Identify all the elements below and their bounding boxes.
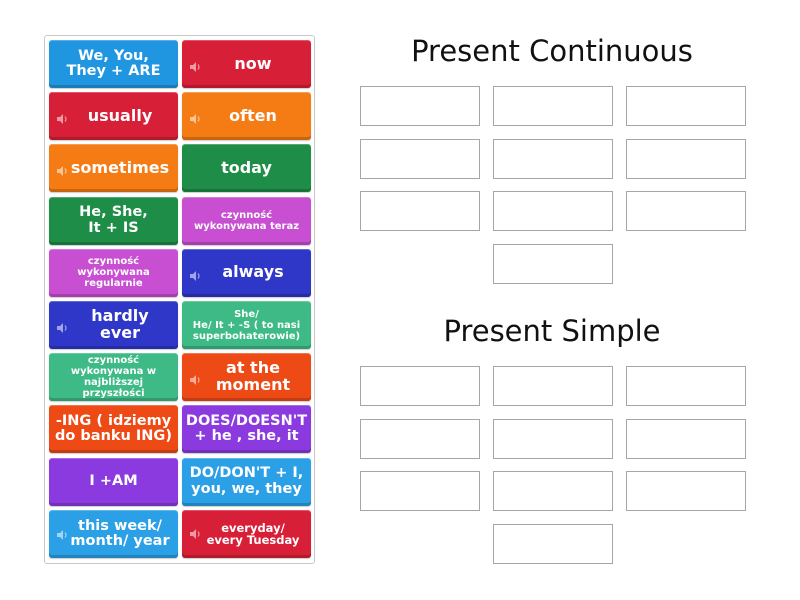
drop-slot-present-simple[interactable]	[493, 366, 613, 406]
tile-label: I +AM	[89, 472, 138, 489]
drop-slot-present-continuous[interactable]	[626, 138, 746, 179]
answer-tile[interactable]: usually	[49, 92, 178, 141]
tile-label: usually	[87, 105, 153, 125]
drop-slot-present-continuous[interactable]	[493, 191, 613, 231]
tile-label: She/He/ It + -S ( to nasi superbohaterowi…	[192, 308, 301, 342]
answer-tile[interactable]: I +AM	[49, 457, 178, 506]
answer-tile[interactable]: this week/month/ year	[49, 509, 178, 558]
drop-slot-present-simple[interactable]	[360, 366, 480, 406]
answer-tile[interactable]: czynność wykonywana w najbliższej przyszło…	[49, 353, 178, 402]
speaker-icon[interactable]	[190, 268, 202, 281]
tile-label: hardly ever	[91, 306, 149, 342]
drop-slot-present-continuous[interactable]	[360, 191, 480, 231]
speaker-icon[interactable]	[57, 111, 69, 125]
answer-tile[interactable]: sometimes	[49, 144, 178, 193]
answer-tile[interactable]: czynność wykonywana teraz	[182, 196, 311, 245]
answer-tile[interactable]: everyday/every Tuesday	[182, 509, 311, 558]
answer-tile[interactable]: DOES/DOESN'T + he , she, it	[182, 405, 311, 454]
group-title-present-simple: Present Simple	[443, 314, 661, 348]
drop-slot-present-continuous[interactable]	[360, 138, 480, 179]
drop-slot-present-continuous[interactable]	[626, 86, 746, 126]
tile-label: czynność wykonywana regularnie	[77, 256, 150, 290]
drop-slot-present-simple[interactable]	[360, 471, 480, 511]
tile-label: czynność wykonywana teraz	[193, 209, 300, 232]
tile-label: sometimes	[70, 157, 170, 177]
answer-tile[interactable]: now	[182, 40, 311, 88]
tile-label: -ING ( idziemy do banku ING)	[55, 413, 172, 445]
answer-tile[interactable]: We, You, They + ARE	[49, 40, 178, 88]
speaker-icon[interactable]	[57, 320, 69, 333]
tile-label: at the moment	[215, 358, 291, 395]
answer-tile[interactable]: at the moment	[182, 353, 311, 402]
speaker-icon[interactable]	[57, 529, 69, 540]
answer-tile[interactable]: He, She, It + IS	[49, 196, 178, 245]
tile-label: today	[221, 157, 272, 177]
tile-label: DO/DON'T + I, you, we, they	[189, 465, 304, 497]
group-title-present-continuous: Present Continuous	[411, 34, 693, 68]
drop-slot-present-continuous[interactable]	[626, 191, 746, 231]
drop-slot-present-continuous[interactable]	[493, 86, 613, 126]
speaker-icon[interactable]	[57, 163, 69, 177]
tile-label: We, You, They + ARE	[66, 47, 161, 79]
drop-slot-present-simple[interactable]	[360, 418, 480, 459]
drop-slot-present-continuous[interactable]	[360, 86, 480, 126]
drop-slot-present-simple[interactable]	[493, 523, 613, 564]
speaker-icon[interactable]	[190, 528, 202, 539]
answer-tile[interactable]: hardly ever	[49, 301, 178, 349]
speaker-icon[interactable]	[190, 372, 202, 386]
drop-slot-present-simple[interactable]	[626, 418, 746, 459]
tile-label: this week/month/ year	[70, 517, 170, 549]
answer-tile[interactable]: DO/DON'T + I, you, we, they	[182, 457, 311, 506]
tile-label: always	[222, 262, 284, 282]
tile-label: now	[234, 53, 272, 73]
tile-label: everyday/every Tuesday	[206, 520, 300, 547]
answer-tile[interactable]: -ING ( idziemy do banku ING)	[49, 405, 178, 454]
answer-tile[interactable]: She/He/ It + -S ( to nasi superbohaterowi…	[182, 301, 311, 349]
drop-slot-present-continuous[interactable]	[493, 138, 613, 179]
speaker-icon[interactable]	[190, 59, 202, 72]
tile-label: DOES/DOESN'T + he , she, it	[185, 413, 308, 445]
drop-slot-present-simple[interactable]	[626, 366, 746, 406]
drop-slot-present-simple[interactable]	[493, 418, 613, 459]
answer-tile[interactable]: always	[182, 248, 311, 297]
drop-slot-present-continuous[interactable]	[493, 243, 613, 284]
answer-tile[interactable]: czynność wykonywana regularnie	[49, 248, 178, 297]
drop-slot-present-simple[interactable]	[626, 471, 746, 511]
answer-tile[interactable]: today	[182, 144, 311, 193]
tile-label: czynność wykonywana w najbliższej przyszło…	[70, 355, 157, 400]
drop-slot-present-simple[interactable]	[493, 471, 613, 511]
tile-label: often	[229, 105, 277, 125]
answer-tile[interactable]: often	[182, 92, 311, 141]
tile-label: He, She, It + IS	[79, 204, 148, 236]
speaker-icon[interactable]	[190, 111, 202, 125]
